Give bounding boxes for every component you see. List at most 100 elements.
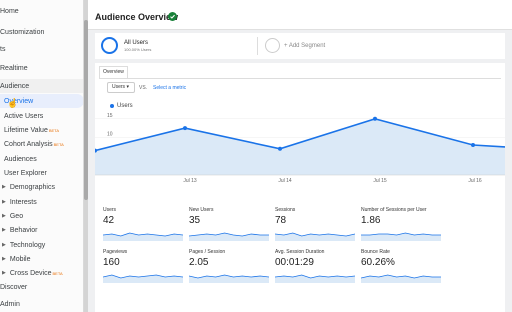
check-circle-icon <box>168 12 177 21</box>
expand-caret-icon: ▶ <box>2 227 6 233</box>
segment-percentage: 100.00% Users <box>124 47 152 52</box>
sidebar-item-audiences[interactable]: Audiences <box>0 152 37 166</box>
sidebar-item-label: Admin <box>0 300 20 308</box>
users-area <box>95 118 505 175</box>
sidebar-item-label: Cross Device <box>9 269 52 277</box>
sidebar-item-label: Demographics <box>9 183 55 191</box>
main-content: Audience Overview All Users 100.00% User… <box>88 0 512 312</box>
segment-circle-icon[interactable] <box>101 37 118 54</box>
expand-caret-icon: ▶ <box>2 184 6 190</box>
segment-bar: All Users 100.00% Users + Add Segment <box>95 33 505 59</box>
x-tick-label: Jul 15 <box>373 178 387 183</box>
select-metric-link[interactable]: Select a metric <box>153 85 186 91</box>
expand-caret-icon: ▶ <box>2 270 6 276</box>
sidebar-item-audience[interactable]: Audience <box>0 79 83 93</box>
metric-value: 1.86 <box>361 215 381 226</box>
segment-divider <box>257 37 258 55</box>
metric-bounce-rate[interactable]: Bounce Rate 60.26% <box>361 249 443 289</box>
add-segment-button[interactable]: + Add Segment <box>284 43 325 49</box>
sidebar-item-demographics[interactable]: ▶ Demographics <box>0 180 55 194</box>
hand-cursor-icon: ☝ <box>7 98 19 108</box>
sidebar-item-customization[interactable]: Customization <box>0 25 44 39</box>
sidebar-item-lifetime-value[interactable]: Lifetime Value BETA <box>0 123 59 137</box>
users-data-point <box>373 116 377 121</box>
page-title: Audience Overview <box>95 12 179 22</box>
beta-badge: BETA <box>48 127 59 133</box>
sidebar-item-label: Realtime <box>0 64 28 72</box>
legend-dot <box>110 104 114 108</box>
users-data-point <box>183 126 187 131</box>
metric-value: 42 <box>103 215 115 226</box>
metric-label: Pageviews <box>103 249 128 255</box>
metric-label: Number of Sessions per User <box>361 207 427 213</box>
sidebar-item-technology[interactable]: ▶ Technology <box>0 238 45 252</box>
metric-sparkline <box>189 274 269 283</box>
metric-value: 00:01:29 <box>275 257 314 268</box>
sidebar-item-label: Home <box>0 7 19 15</box>
sidebar-item-cross-device[interactable]: ▶ Cross Device BETA <box>0 266 63 280</box>
y-tick-label: 10 <box>107 132 113 138</box>
tab-divider <box>99 78 501 79</box>
metric-new-users[interactable]: New Users 35 <box>189 207 271 247</box>
sidebar-item-geo[interactable]: ▶ Geo <box>0 209 23 223</box>
sidebar-item-behavior[interactable]: ▶ Behavior <box>0 223 38 237</box>
sidebar-item-label: Cohort Analysis <box>4 140 53 148</box>
metric-value: 78 <box>275 215 287 226</box>
segment-name[interactable]: All Users <box>124 40 148 46</box>
metric-sparkline <box>189 232 269 241</box>
metric-label: Users <box>103 207 117 213</box>
sidebar-item-cohort-analysis[interactable]: Cohort Analysis BETA <box>0 137 64 151</box>
sidebar-item-label: Behavior <box>9 226 38 234</box>
sidebar-item-label: Discover <box>0 283 28 291</box>
metric-sparkline <box>275 274 355 283</box>
metric-value: 35 <box>189 215 201 226</box>
sidebar-item-admin[interactable]: Admin <box>0 297 20 311</box>
expand-caret-icon: ▶ <box>2 242 6 248</box>
sidebar-item-active-users[interactable]: Active Users <box>0 109 43 123</box>
sidebar-nav: Home Customization ts Realtime Audience Overv… <box>0 0 84 312</box>
tab-overview[interactable]: Overview <box>99 66 128 78</box>
sidebar-item-label: ts <box>0 45 6 53</box>
sidebar-item-user-explorer[interactable]: User Explorer <box>0 166 47 180</box>
x-tick-label: Jul 14 <box>278 178 292 183</box>
metric-label: Avg. Session Duration <box>275 249 325 255</box>
overview-card: Overview Users ▾ VS. Select a metric Use… <box>95 63 505 312</box>
sidebar-item-label: Geo <box>9 212 24 220</box>
sidebar-item-label: Interests <box>9 198 37 206</box>
sidebar-item-mobile[interactable]: ▶ Mobile <box>0 252 30 266</box>
sidebar-item-label: Mobile <box>9 255 31 263</box>
sidebar-item-interests[interactable]: ▶ Interests <box>0 195 37 209</box>
metric-value: 2.05 <box>189 257 209 268</box>
metric-pages-session[interactable]: Pages / Session 2.05 <box>189 249 271 289</box>
metric-sparkline <box>275 232 355 241</box>
metric-label: Pages / Session <box>189 249 226 255</box>
metric-label: Bounce Rate <box>361 249 390 255</box>
metric-users[interactable]: Users 42 <box>103 207 185 247</box>
sidebar-item-label: Audience <box>0 82 30 90</box>
metric-value: 160 <box>103 257 120 268</box>
sidebar-item-realtime[interactable]: Realtime <box>0 61 28 75</box>
users-data-point <box>278 146 282 151</box>
expand-caret-icon: ▶ <box>2 256 6 262</box>
sidebar-item-ts[interactable]: ts <box>0 42 5 56</box>
x-tick-label: Jul 16 <box>468 178 482 183</box>
expand-caret-icon: ▶ <box>2 199 6 205</box>
metric-number-of-sessions-per-user[interactable]: Number of Sessions per User 1.86 <box>361 207 443 247</box>
metric-pageviews[interactable]: Pageviews 160 <box>103 249 185 289</box>
title-bar: Audience Overview <box>88 0 512 30</box>
metric-sessions[interactable]: Sessions 78 <box>275 207 357 247</box>
users-data-point <box>471 143 475 147</box>
expand-caret-icon: ▶ <box>2 213 6 219</box>
metric-sparkline <box>361 232 441 241</box>
metric-select[interactable]: Users ▾ <box>107 82 135 93</box>
sidebar-item-home[interactable]: Home <box>0 4 19 18</box>
users-line-chart[interactable]: 15105Jul 13Jul 14Jul 15Jul 16 <box>95 113 505 183</box>
metric-avg-session-duration[interactable]: Avg. Session Duration 00:01:29 <box>275 249 357 289</box>
sidebar-item-label: User Explorer <box>4 169 47 177</box>
metric-sparkline <box>103 274 183 283</box>
metric-value: 60.26% <box>361 257 395 268</box>
metric-label: New Users <box>189 207 214 213</box>
sidebar-item-discover[interactable]: Discover <box>0 280 27 294</box>
add-segment-circle-icon[interactable] <box>265 38 280 53</box>
beta-badge: BETA <box>52 270 63 276</box>
